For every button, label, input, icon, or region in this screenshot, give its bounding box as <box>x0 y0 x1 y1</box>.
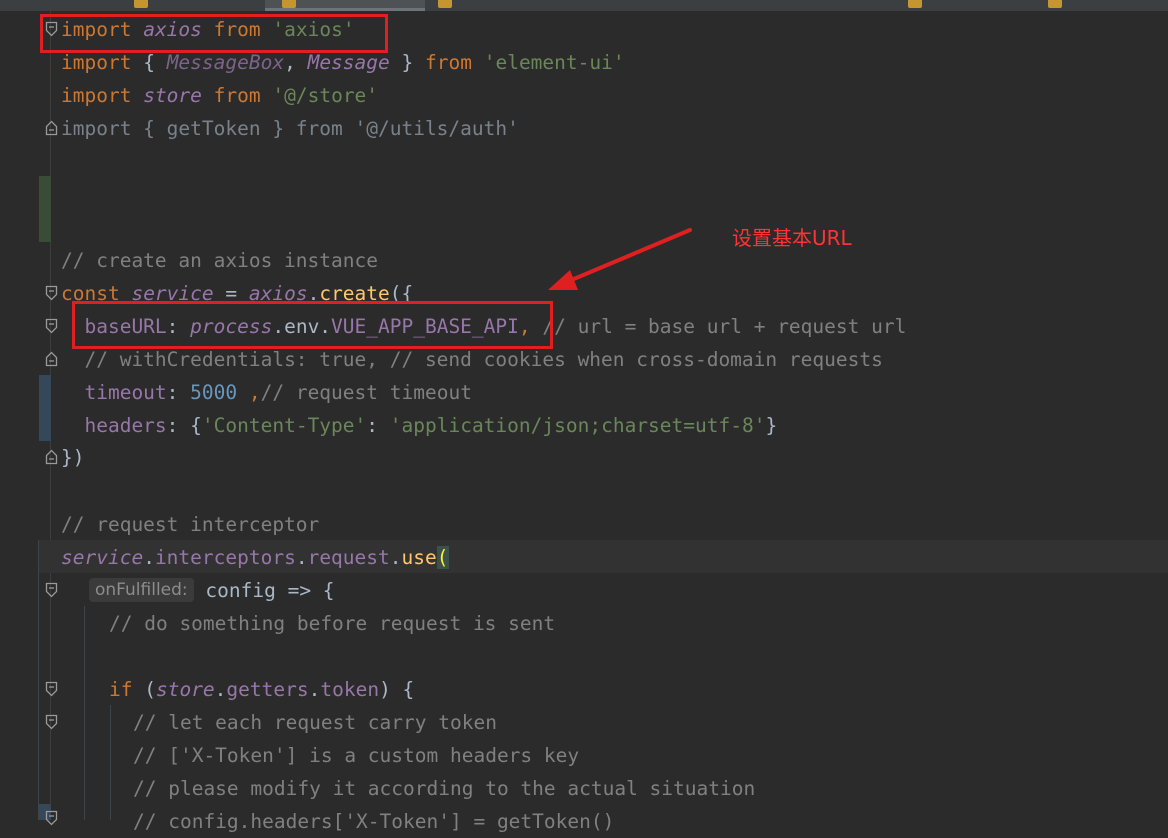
indent-guide <box>38 540 39 820</box>
fold-open-icon[interactable] <box>45 285 58 301</box>
indent-guide <box>84 606 85 820</box>
js-file-icon <box>438 0 452 8</box>
fold-close-icon[interactable] <box>45 449 58 465</box>
code-line-if-token[interactable]: if (store.getters.token) { <box>109 673 414 706</box>
code-line-comment[interactable]: // do something before request is sent <box>109 607 555 640</box>
code-line-3[interactable]: import store from '@/store' <box>61 79 378 112</box>
code-line-comment-interceptor[interactable]: // request interceptor <box>61 508 319 541</box>
js-file-icon <box>282 0 296 8</box>
highlight-box-import-axios <box>40 14 388 53</box>
code-line-4-unused-import[interactable]: import { getToken } from '@/utils/auth' <box>61 112 519 145</box>
fold-open-icon[interactable] <box>45 714 58 730</box>
code-line-interceptors-use[interactable]: service.interceptors.request.use( <box>61 541 449 574</box>
fold-open-icon[interactable] <box>45 318 58 334</box>
code-line-close[interactable]: }) <box>61 441 84 474</box>
code-line-comment[interactable]: // create an axios instance <box>61 244 378 277</box>
code-line-headers[interactable]: headers: {'Content-Type': 'application/j… <box>61 409 777 442</box>
highlight-box-baseurl <box>72 301 553 349</box>
js-file-icon <box>908 0 922 8</box>
js-file-icon <box>134 0 148 8</box>
fold-close-icon[interactable] <box>45 120 58 136</box>
code-line-comment[interactable]: // config.headers['X-Token'] = getToken(… <box>133 805 614 838</box>
matched-paren: ( <box>436 546 449 569</box>
annotation-arrow-icon <box>548 228 692 290</box>
code-line-comment[interactable]: // ['X-Token'] is a custom headers key <box>133 739 579 772</box>
code-line-timeout[interactable]: timeout: 5000 ,// request timeout <box>61 376 471 409</box>
parameter-name-hint: onFulfilled: <box>89 578 194 602</box>
code-line-onfulfilled[interactable]: onFulfilled: config => { <box>89 574 335 607</box>
fold-open-icon[interactable] <box>45 810 58 826</box>
code-line-comment[interactable]: // please modify it according to the act… <box>133 772 755 805</box>
editor-tab-bar <box>0 0 1168 11</box>
fold-close-icon[interactable] <box>45 351 58 367</box>
js-file-icon <box>1048 0 1062 8</box>
code-line-comment[interactable]: // let each request carry token <box>133 706 497 739</box>
fold-open-icon[interactable] <box>45 681 58 697</box>
vcs-added-marker[interactable] <box>39 176 51 242</box>
vcs-modified-marker[interactable] <box>39 375 51 441</box>
annotation-label: 设置基本URL <box>732 226 852 250</box>
indent-guide <box>110 705 111 820</box>
fold-open-icon[interactable] <box>45 582 58 598</box>
